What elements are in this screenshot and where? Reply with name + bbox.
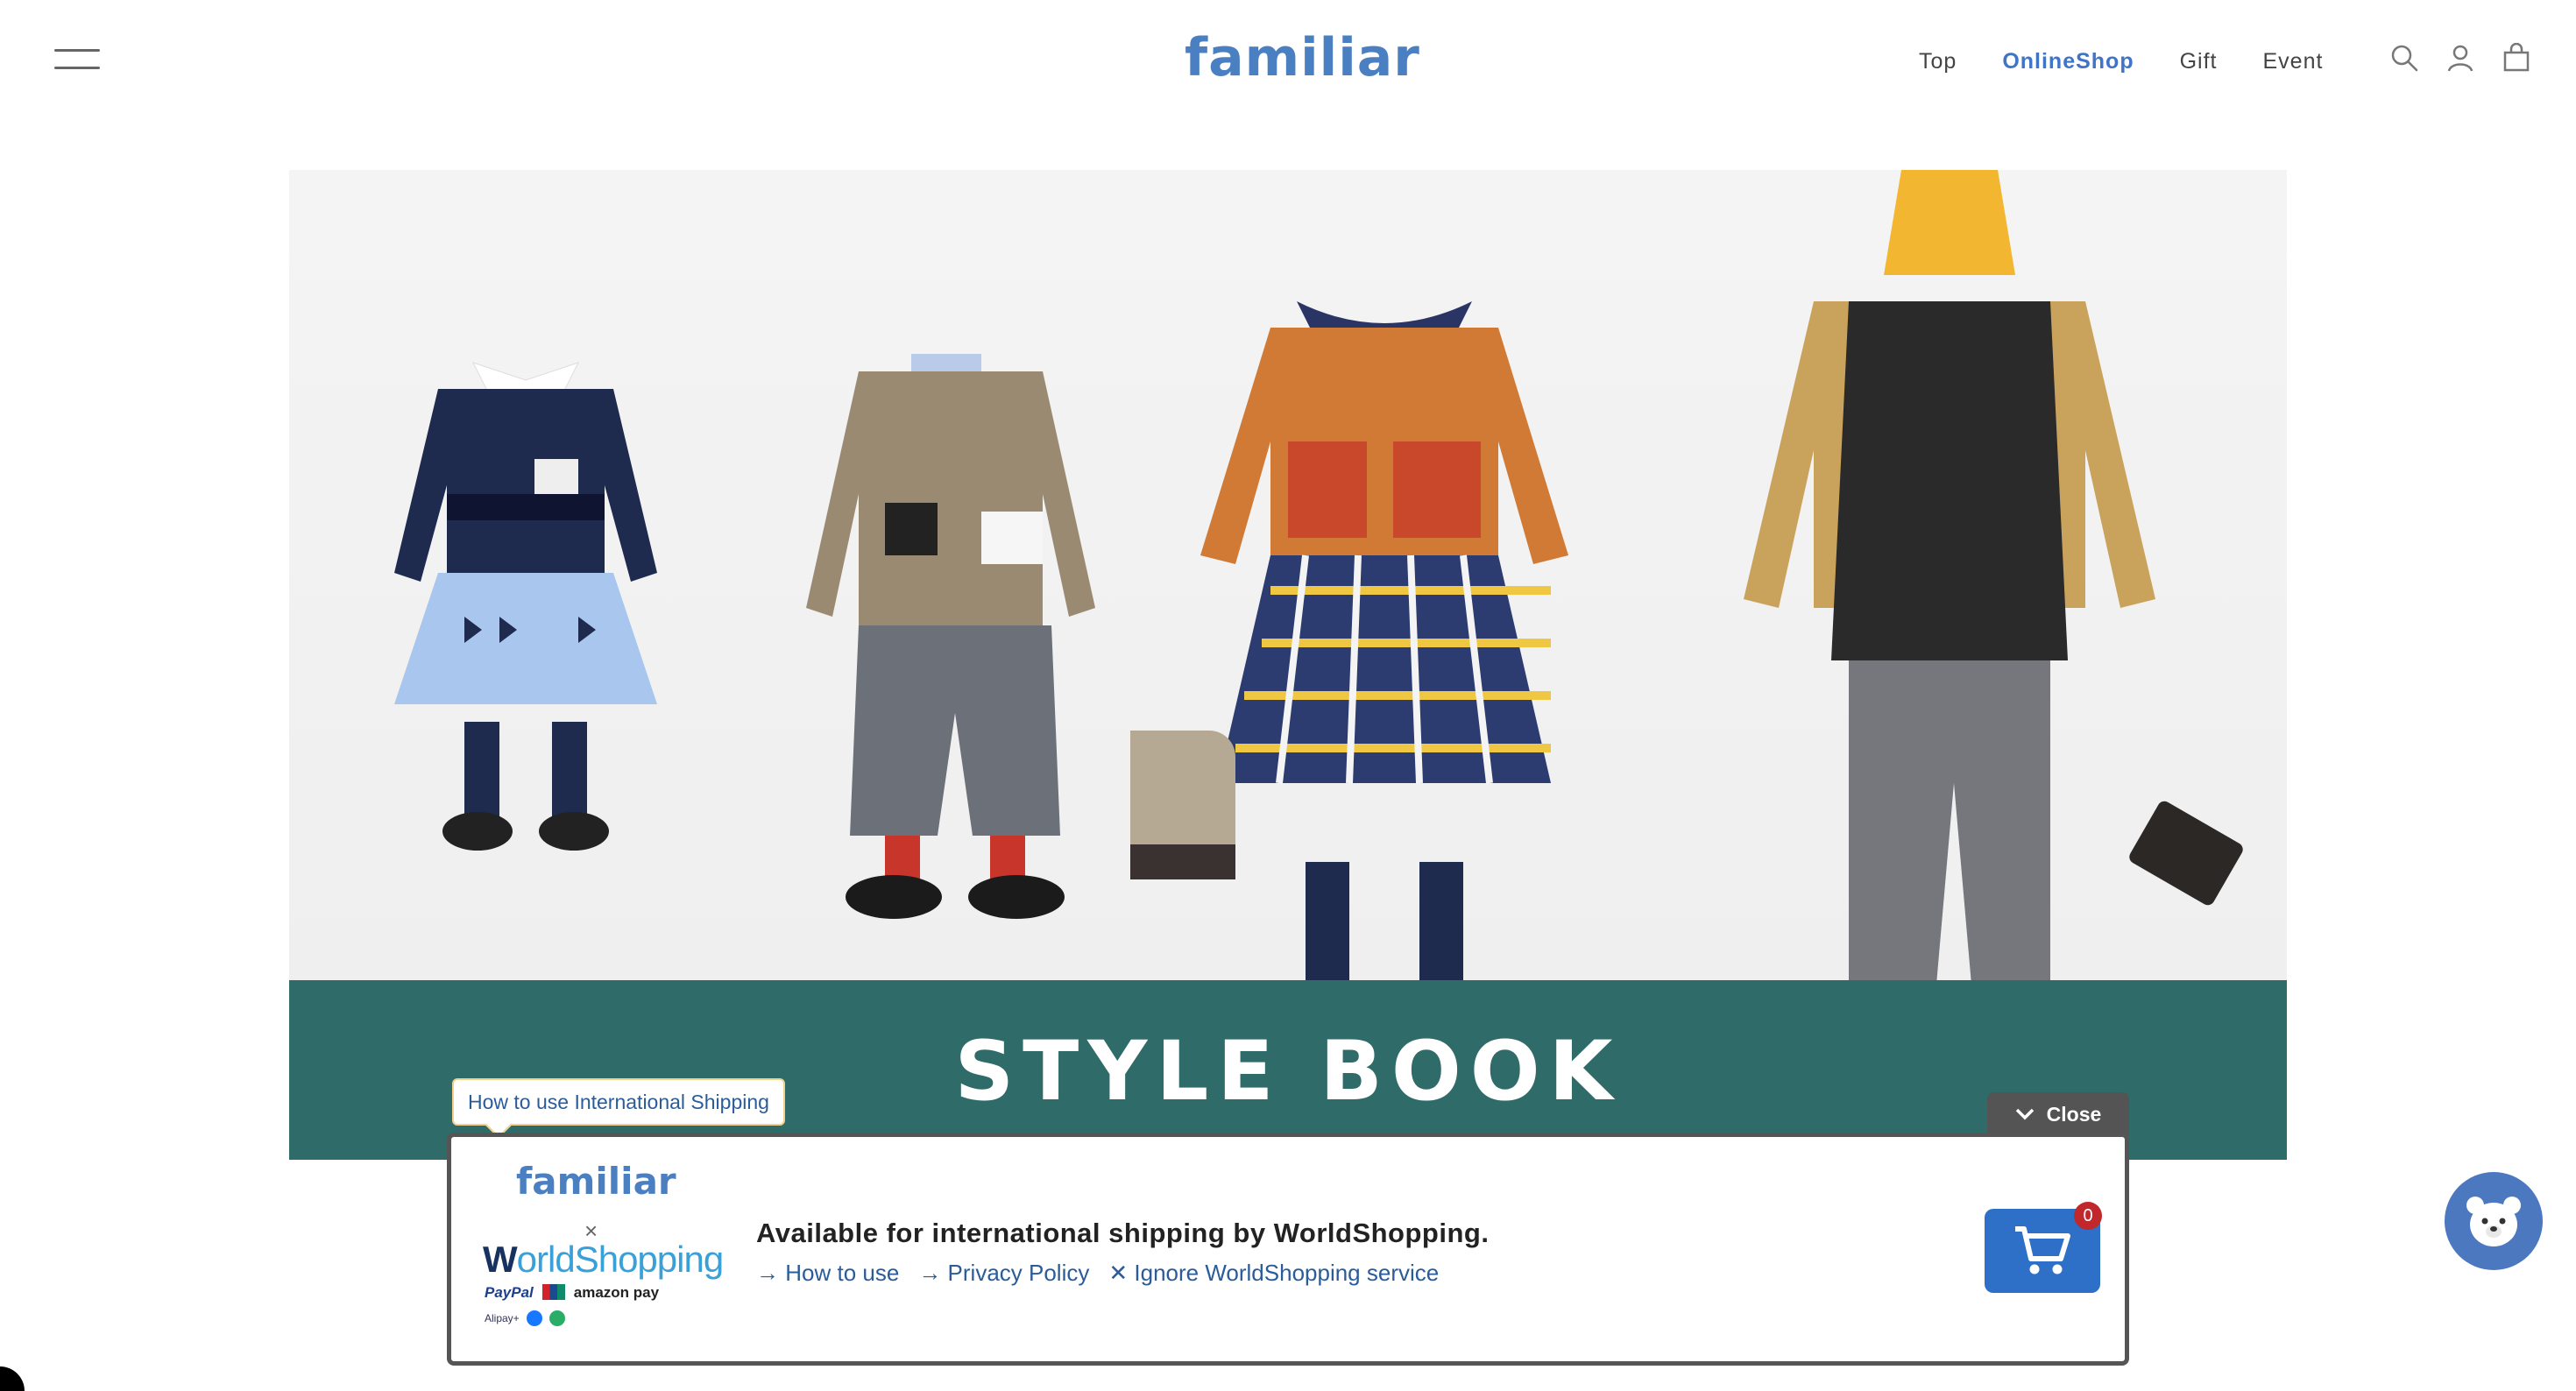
nav-gift[interactable]: Gift bbox=[2180, 49, 2218, 74]
ws-panel: familiar × WorldShopping PayPal amazon p… bbox=[447, 1133, 2129, 1366]
menu-icon[interactable] bbox=[54, 46, 100, 72]
alipay-logo: Alipay+ bbox=[485, 1312, 520, 1324]
ws-how-to-tooltip[interactable]: How to use International Shipping bbox=[452, 1078, 785, 1126]
account-icon[interactable] bbox=[2445, 42, 2476, 74]
nav-top[interactable]: Top bbox=[1919, 49, 1957, 74]
unionpay-icon bbox=[541, 1284, 565, 1300]
hero-banner[interactable]: STYLE BOOK bbox=[289, 170, 2287, 1160]
search-icon[interactable] bbox=[2388, 42, 2420, 74]
main-nav: Top OnlineShop Gift Event bbox=[1919, 44, 2323, 79]
window-corner bbox=[0, 1366, 25, 1391]
ws-headline: Available for international shipping by … bbox=[756, 1218, 1490, 1248]
wechat-pay-icon bbox=[548, 1310, 565, 1326]
close-icon: ✕ bbox=[1108, 1260, 1135, 1286]
ws-link-privacy-policy[interactable]: → Privacy Policy bbox=[918, 1260, 1089, 1287]
site-header: familiar Top OnlineShop Gift Event bbox=[0, 0, 2576, 123]
nav-event[interactable]: Event bbox=[2263, 49, 2324, 74]
outfit-illustration-3 bbox=[1130, 301, 1568, 1011]
outfit-illustration-1 bbox=[394, 362, 657, 851]
arrow-right-icon: → bbox=[756, 1260, 786, 1286]
site-logo[interactable]: familiar bbox=[1185, 23, 1419, 93]
alipay-icon bbox=[526, 1310, 542, 1326]
arrow-right-icon: → bbox=[918, 1260, 948, 1286]
ws-close-label: Close bbox=[2046, 1102, 2102, 1126]
bear-icon bbox=[2466, 1197, 2521, 1246]
ws-brand-logo: familiar bbox=[516, 1160, 676, 1203]
chevron-down-icon bbox=[2015, 1108, 2034, 1120]
ws-links: → How to use → Privacy Policy ✕ Ignore W… bbox=[756, 1260, 1439, 1287]
paypal-logo: PayPal bbox=[485, 1284, 534, 1301]
hero-photo bbox=[289, 170, 2287, 1037]
nav-onlineshop[interactable]: OnlineShop bbox=[2002, 49, 2134, 74]
outfit-illustration-4 bbox=[1744, 170, 2243, 1037]
bag-icon[interactable] bbox=[2501, 42, 2532, 74]
chat-bear-button[interactable] bbox=[2445, 1172, 2543, 1270]
cart-icon bbox=[2015, 1226, 2070, 1274]
ws-link-ignore-service[interactable]: ✕ Ignore WorldShopping service bbox=[1108, 1260, 1439, 1287]
ws-payment-logos: PayPal amazon pay bbox=[485, 1284, 659, 1302]
ws-payment-logos-2: Alipay+ bbox=[485, 1310, 565, 1326]
outfit-illustration-2 bbox=[806, 354, 1095, 919]
header-icons bbox=[2388, 42, 2532, 74]
ws-link-how-to-use[interactable]: → How to use bbox=[756, 1260, 899, 1287]
ws-close-button[interactable]: Close bbox=[1987, 1092, 2129, 1136]
amazon-pay-logo: amazon pay bbox=[573, 1284, 660, 1301]
ws-worldshopping-logo: WorldShopping bbox=[483, 1239, 724, 1280]
ws-cart-count-badge: 0 bbox=[2074, 1202, 2102, 1230]
